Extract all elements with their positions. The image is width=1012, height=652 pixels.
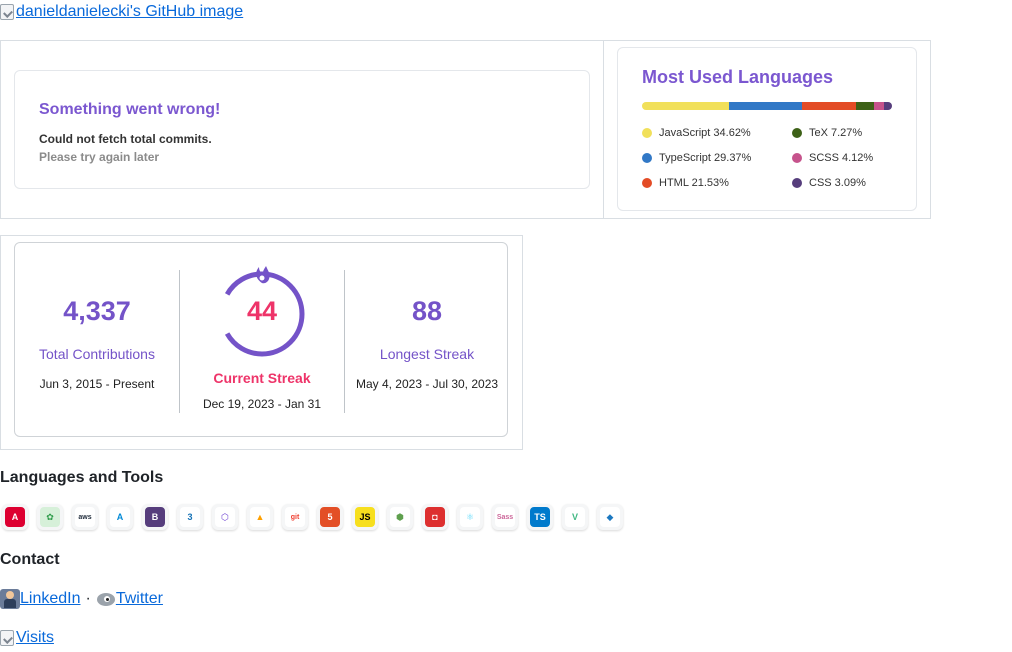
language-label: SCSS 4.12% [809,152,874,164]
contact-separator: · [85,590,91,607]
current-streak-range: Dec 19, 2023 - Jan 31 [202,397,322,411]
language-dot-icon [642,153,652,163]
bootstrap-icon-glyph: B [145,507,165,527]
angular-icon[interactable]: A [2,504,28,530]
language-item: TypeScript 29.37% [642,152,751,164]
typescript-icon[interactable]: TS [527,504,553,530]
azure-icon-glyph: A [110,507,130,527]
git-icon[interactable]: git [282,504,308,530]
language-label: HTML 21.53% [659,177,729,189]
language-label: JavaScript 34.62% [659,127,751,139]
total-contributions-value: 4,337 [63,296,131,326]
vue-icon[interactable]: V [562,504,588,530]
language-bar-segment [728,102,802,110]
language-bar-segment [801,102,856,110]
languages-progress-bar [642,102,892,110]
language-dot-icon [642,128,652,138]
language-label: TeX 7.27% [809,127,863,139]
longest-streak-value: 88 [411,296,443,326]
linkedin-emoji-icon [0,589,20,609]
language-item: CSS 3.09% [792,177,866,189]
twitter-label: Twitter [115,590,163,607]
fire-icon [256,266,270,284]
linkedin-link[interactable]: LinkedIn [0,589,81,609]
ai-icon-glyph: ✿ [40,507,60,527]
nx-icon-glyph: ◘ [425,507,445,527]
typescript-icon-glyph: TS [530,507,550,527]
webpack-icon[interactable]: ◆ [597,504,623,530]
visits-image-alt: Visits [16,629,54,646]
language-item: SCSS 4.12% [792,152,873,164]
webpack-icon-glyph: ◆ [600,507,620,527]
graphql-icon-glyph: ⬡ [215,507,235,527]
language-label: CSS 3.09% [809,177,866,189]
nodejs-icon-glyph: ⬢ [390,507,410,527]
broken-image-icon [0,630,14,646]
language-bar-segment [873,102,885,110]
commits-card: Something went wrong! Could not fetch to… [14,70,590,189]
sass-icon[interactable]: Sass [492,504,518,530]
languages-card: Most Used Languages JavaScript 34.62% Typ… [617,47,917,211]
language-item: TeX 7.27% [792,127,862,139]
current-streak-value: 44 [246,296,278,326]
git-icon-glyph: git [285,507,305,527]
streak-divider-right [344,270,345,413]
nodejs-icon[interactable]: ⬢ [387,504,413,530]
firebase-icon[interactable]: ▲ [247,504,273,530]
frame-divider [603,41,604,218]
css3-icon-glyph: 3 [180,507,200,527]
languages-list: JavaScript 34.62% TypeScript 29.37% HTML 2… [642,127,902,202]
language-bar-segment [855,102,874,110]
broken-image-icon [0,4,14,20]
graphql-icon[interactable]: ⬡ [212,504,238,530]
language-label: TypeScript 29.37% [659,152,752,164]
css3-icon[interactable]: 3 [177,504,203,530]
visits-image-link[interactable]: Visits [0,629,54,647]
language-dot-icon [792,128,802,138]
current-streak-label: Current Streak [213,370,311,386]
vue-icon-glyph: V [565,507,585,527]
aws-icon[interactable]: aws [72,504,98,530]
contact-heading: Contact [0,551,60,568]
language-bar-segment [884,102,892,110]
nx-icon[interactable]: ◘ [422,504,448,530]
total-contributions-range: Jun 3, 2015 - Present [39,377,155,391]
azure-icon[interactable]: A [107,504,133,530]
tools-heading: Languages and Tools [0,469,164,486]
languages-title: Most Used Languages [642,67,834,87]
streak-divider-left [179,270,180,413]
react-icon[interactable]: ⚛ [457,504,483,530]
header-image-alt: danieldanielecki's GitHub image [16,3,244,20]
total-contributions-label: Total Contributions [39,346,155,362]
error-title: Something went wrong! [39,101,221,118]
language-dot-icon [792,153,802,163]
react-icon-glyph: ⚛ [460,507,480,527]
language-bar-segment [642,102,729,110]
javascript-icon-glyph: JS [355,507,375,527]
bootstrap-icon[interactable]: B [142,504,168,530]
aws-icon-glyph: aws [75,507,95,527]
sass-icon-glyph: Sass [495,507,515,527]
language-item: JavaScript 34.62% [642,127,751,139]
html5-icon-glyph: 5 [320,507,340,527]
angular-icon-glyph: A [5,507,25,527]
language-dot-icon [642,178,652,188]
language-item: HTML 21.53% [642,177,729,189]
javascript-icon[interactable]: JS [352,504,378,530]
twitter-link[interactable]: Twitter [96,589,163,609]
linkedin-label: LinkedIn [20,590,81,607]
language-dot-icon [792,178,802,188]
contact-links: LinkedIn · Twitter [0,589,163,609]
longest-streak-range: May 4, 2023 - Jul 30, 2023 [355,377,499,391]
header-image-link[interactable]: danieldanielecki's GitHub image [0,3,243,21]
firebase-icon-glyph: ▲ [250,507,270,527]
ai-icon[interactable]: ✿ [37,504,63,530]
error-message: Could not fetch total commits. [39,132,212,146]
longest-streak-label: Longest Streak [379,346,475,362]
twitter-emoji-icon [96,589,116,609]
html5-icon[interactable]: 5 [317,504,343,530]
error-submessage: Please try again later [39,150,160,164]
streak-card: 4,337 Total Contributions Jun 3, 2015 - … [14,242,508,437]
